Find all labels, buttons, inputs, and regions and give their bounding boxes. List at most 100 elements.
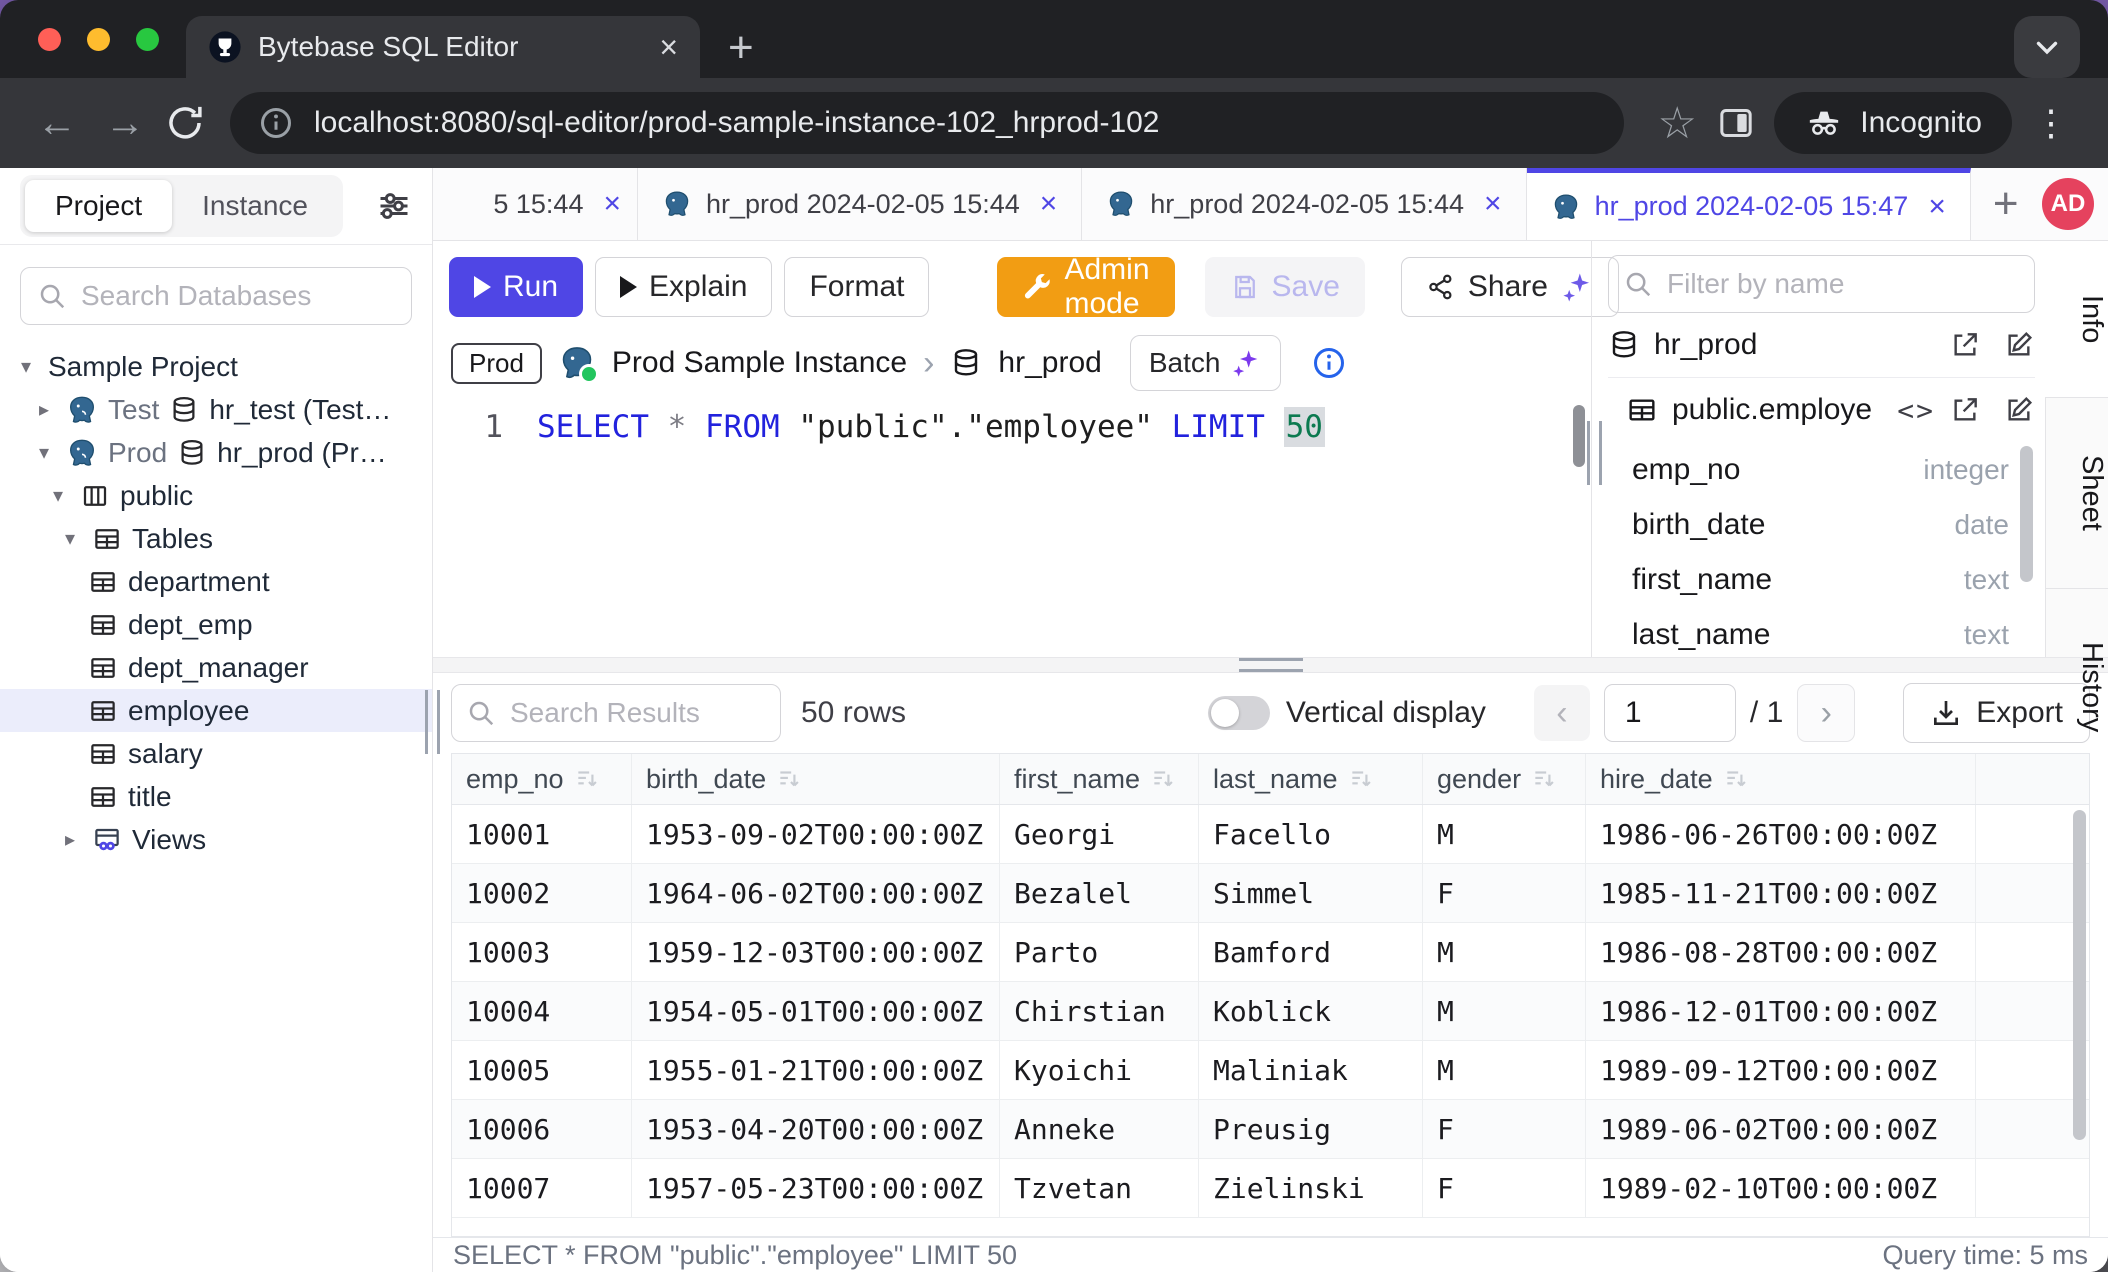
editor-scrollbar[interactable] <box>1573 405 1585 467</box>
tree-item-tables-group[interactable]: ▾ Tables <box>0 517 432 560</box>
tab-project[interactable]: Project <box>25 180 172 232</box>
batch-button[interactable]: Batch <box>1130 335 1282 391</box>
header-emp_no[interactable]: emp_no <box>452 754 632 804</box>
table-cell[interactable]: Anneke <box>1000 1100 1199 1158</box>
new-tab-button[interactable]: + <box>728 26 754 70</box>
info-icon[interactable] <box>1311 345 1347 381</box>
caret-down-icon[interactable]: ▾ <box>32 440 56 465</box>
close-sheet-icon[interactable]: × <box>1040 187 1058 221</box>
table-cell[interactable]: 10001 <box>452 805 632 863</box>
panel-resize-handle[interactable] <box>1587 421 1602 485</box>
table-row[interactable]: 10002 1964-06-02T00:00:00Z Bezalel Simme… <box>452 864 2089 923</box>
external-link-icon[interactable] <box>1949 394 1981 426</box>
caret-down-icon[interactable]: ▾ <box>46 483 70 508</box>
table-cell[interactable]: 1954-05-01T00:00:00Z <box>632 982 1000 1040</box>
table-cell[interactable]: Chirstian <box>1000 982 1199 1040</box>
tab-search-button[interactable] <box>2014 16 2080 78</box>
table-cell[interactable]: 10005 <box>452 1041 632 1099</box>
tree-item-hr_test[interactable]: ▸ Test hr_test (Test… <box>0 388 432 431</box>
table-cell[interactable]: M <box>1423 805 1586 863</box>
side-panel-icon[interactable] <box>1716 103 1756 143</box>
page-number-input[interactable] <box>1604 684 1736 742</box>
tab-sheet[interactable]: Sheet <box>2046 398 2108 589</box>
search-results-input[interactable] <box>508 696 766 730</box>
tree-item-employee[interactable]: employee <box>0 689 432 732</box>
sidebar-resize-handle[interactable] <box>425 690 440 754</box>
edit-icon[interactable] <box>2003 394 2035 426</box>
header-birth_date[interactable]: birth_date <box>632 754 1000 804</box>
table-scrollbar[interactable] <box>2073 810 2086 1140</box>
table-cell[interactable]: 10004 <box>452 982 632 1040</box>
sort-icon[interactable] <box>1150 766 1176 792</box>
user-avatar[interactable]: AD <box>2042 178 2094 230</box>
table-cell[interactable]: Kyoichi <box>1000 1041 1199 1099</box>
format-button[interactable]: Format <box>784 257 929 317</box>
table-row[interactable]: 10004 1954-05-01T00:00:00Z Chirstian Kob… <box>452 982 2089 1041</box>
share-button[interactable]: Share <box>1401 257 1619 317</box>
caret-down-icon[interactable]: ▾ <box>58 526 82 551</box>
table-cell[interactable]: 1989-09-12T00:00:00Z <box>1586 1041 1976 1099</box>
table-cell[interactable]: M <box>1423 982 1586 1040</box>
table-cell[interactable]: F <box>1423 1159 1586 1217</box>
table-cell[interactable]: Georgi <box>1000 805 1199 863</box>
table-cell[interactable]: 1964-06-02T00:00:00Z <box>632 864 1000 922</box>
sort-icon[interactable] <box>1723 766 1749 792</box>
table-cell[interactable]: Zielinski <box>1199 1159 1423 1217</box>
tab-instance[interactable]: Instance <box>172 180 338 232</box>
close-sheet-icon[interactable]: × <box>603 187 621 221</box>
table-cell[interactable]: 1986-08-28T00:00:00Z <box>1586 923 1976 981</box>
caret-right-icon[interactable]: ▸ <box>32 397 56 422</box>
table-cell[interactable]: 10006 <box>452 1100 632 1158</box>
edit-icon[interactable] <box>2003 329 2035 361</box>
database-name[interactable]: hr_prod <box>998 346 1101 380</box>
search-databases-input[interactable] <box>79 279 395 313</box>
browser-tab[interactable]: Bytebase SQL Editor × <box>186 16 700 78</box>
table-cell[interactable]: M <box>1423 1041 1586 1099</box>
sort-icon[interactable] <box>1531 766 1557 792</box>
close-window-button[interactable] <box>38 28 61 51</box>
minimize-window-button[interactable] <box>87 28 110 51</box>
table-cell[interactable]: 1985-11-21T00:00:00Z <box>1586 864 1976 922</box>
table-cell[interactable]: 1986-06-26T00:00:00Z <box>1586 805 1976 863</box>
tree-item-project[interactable]: ▾ Sample Project <box>0 345 432 388</box>
table-cell[interactable]: 1959-12-03T00:00:00Z <box>632 923 1000 981</box>
table-row[interactable]: 10007 1957-05-23T00:00:00Z Tzvetan Zieli… <box>452 1159 2089 1218</box>
column-item[interactable]: birth_date date <box>1608 497 2035 552</box>
header-hire_date[interactable]: hire_date <box>1586 754 1976 804</box>
table-cell[interactable]: F <box>1423 1100 1586 1158</box>
sheet-tab-0[interactable]: 5 15:44 × <box>433 168 638 240</box>
tree-item-public-schema[interactable]: ▾ public <box>0 474 432 517</box>
table-cell[interactable]: 1955-01-21T00:00:00Z <box>632 1041 1000 1099</box>
column-item[interactable]: first_name text <box>1608 552 2035 607</box>
results-search[interactable] <box>451 684 781 742</box>
table-cell[interactable]: F <box>1423 864 1586 922</box>
table-cell[interactable]: Parto <box>1000 923 1199 981</box>
table-cell[interactable]: 1989-02-10T00:00:00Z <box>1586 1159 1976 1217</box>
panel-table-row[interactable]: public.employe <> <box>1608 377 2035 442</box>
close-tab-icon[interactable]: × <box>659 31 678 63</box>
table-cell[interactable]: 1986-12-01T00:00:00Z <box>1586 982 1976 1040</box>
zoom-window-button[interactable] <box>136 28 159 51</box>
back-button[interactable]: ← <box>28 101 86 146</box>
schema-filter[interactable] <box>1608 255 2035 313</box>
run-button[interactable]: Run <box>449 257 583 317</box>
header-last_name[interactable]: last_name <box>1199 754 1423 804</box>
results-splitter[interactable] <box>433 657 2108 673</box>
admin-mode-button[interactable]: Admin mode <box>997 257 1174 317</box>
tree-item-dept_manager[interactable]: dept_manager <box>0 646 432 689</box>
tree-item-dept_emp[interactable]: dept_emp <box>0 603 432 646</box>
table-cell[interactable]: 1957-05-23T00:00:00Z <box>632 1159 1000 1217</box>
save-button[interactable]: Save <box>1205 257 1365 317</box>
address-bar[interactable]: localhost:8080/sql-editor/prod-sample-in… <box>230 92 1624 154</box>
table-row[interactable]: 10003 1959-12-03T00:00:00Z Parto Bamford… <box>452 923 2089 982</box>
table-cell[interactable]: M <box>1423 923 1586 981</box>
external-link-icon[interactable] <box>1949 329 1981 361</box>
filter-by-name-input[interactable] <box>1665 267 2020 301</box>
tree-item-title[interactable]: title <box>0 775 432 818</box>
new-sheet-button[interactable]: + <box>1971 168 2041 240</box>
header-first_name[interactable]: first_name <box>1000 754 1199 804</box>
close-sheet-icon[interactable]: × <box>1928 190 1946 224</box>
sheet-tab-1[interactable]: hr_prod 2024-02-05 15:44 × <box>638 168 1082 240</box>
database-search[interactable] <box>20 267 412 325</box>
tree-item-hr_prod[interactable]: ▾ Prod hr_prod (Pr… <box>0 431 432 474</box>
